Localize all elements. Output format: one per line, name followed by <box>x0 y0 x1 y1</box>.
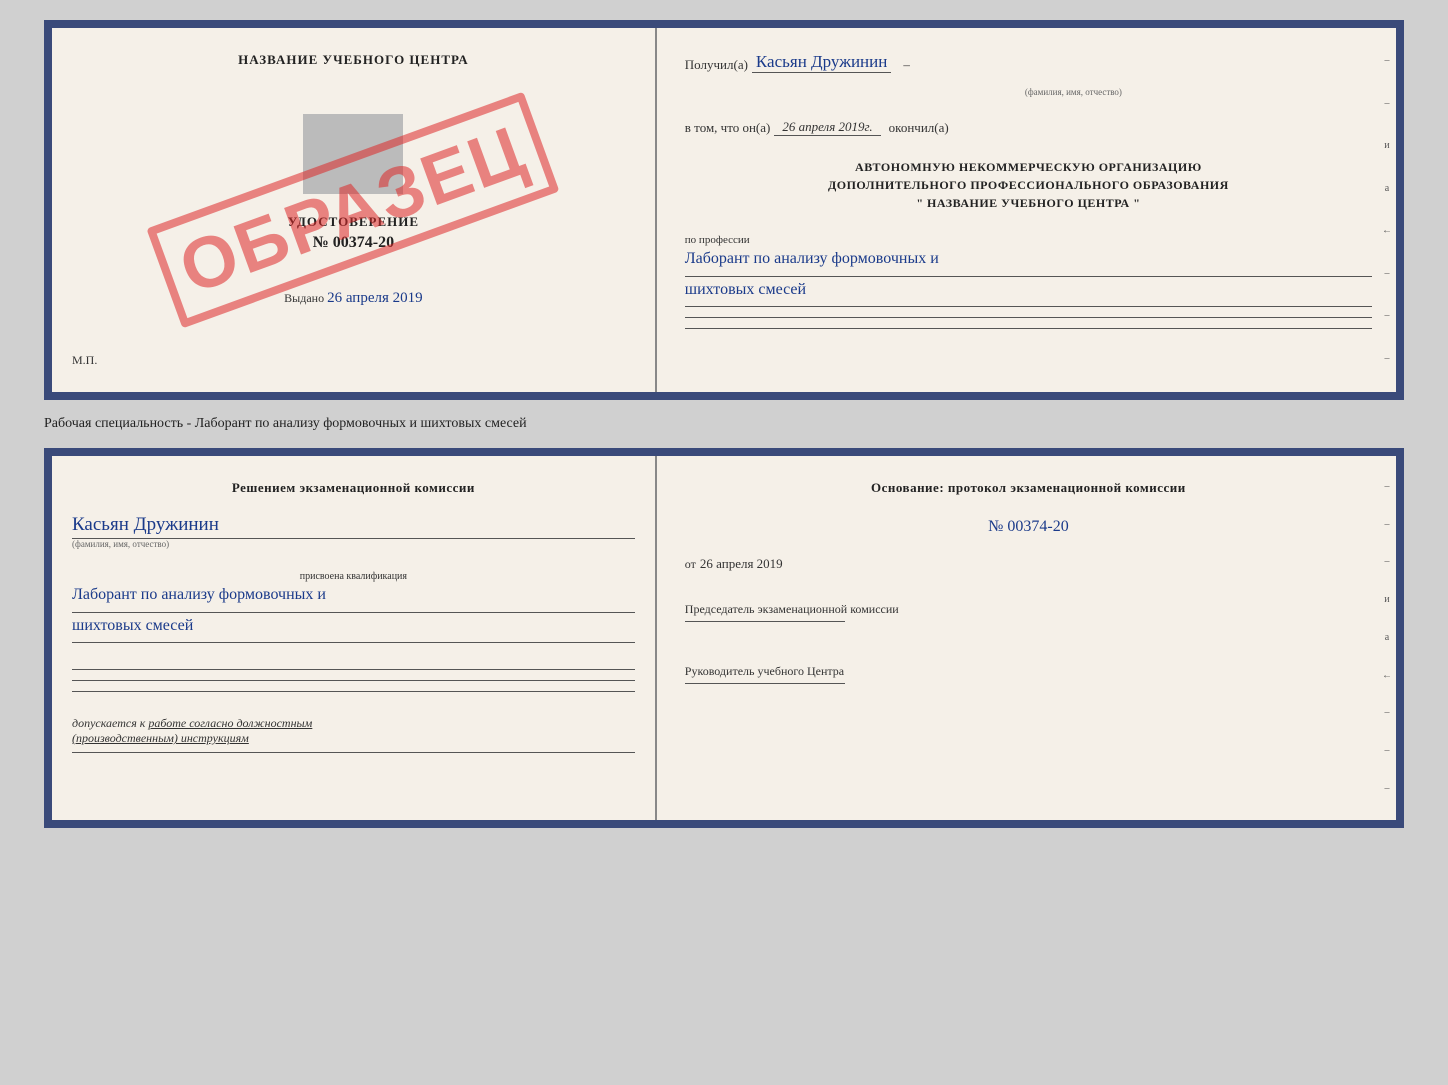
b-dash5: а <box>1380 633 1394 643</box>
b-dash4: и <box>1380 595 1394 605</box>
org-line2: ДОПОЛНИТЕЛЬНОГО ПРОФЕССИОНАЛЬНОГО ОБРАЗО… <box>685 176 1372 194</box>
mp-label: М.П. <box>72 353 97 368</box>
qual-underline2 <box>72 642 635 643</box>
issued-date: Выдано 26 апреля 2019 <box>284 290 422 307</box>
issued-date-value: 26 апреля 2019 <box>327 290 423 306</box>
dash7: – <box>1380 311 1394 321</box>
person-name: Касьян Дружинин <box>72 514 635 539</box>
admission-text: работе согласно должностным <box>148 716 312 730</box>
bottom-document: Решением экзаменационной комиссии Касьян… <box>44 448 1404 828</box>
org-line1: АВТОНОМНУЮ НЕКОММЕРЧЕСКУЮ ОРГАНИЗАЦИЮ <box>685 158 1372 176</box>
side-lines: – – и а ← – – – <box>1378 28 1396 392</box>
b-dash6: ← <box>1380 671 1394 681</box>
in-that-label: в том, что он(а) <box>685 120 771 136</box>
b-dash7: – <box>1380 708 1394 718</box>
commission-text: Решением экзаменационной комиссии <box>72 480 635 496</box>
received-row: Получил(а) Касьян Дружинин – <box>685 52 1372 73</box>
profession-label: по профессии <box>685 234 1372 246</box>
qualification-block: присвоена квалификация Лаборант по анали… <box>72 571 635 643</box>
completed-label: окончил(а) <box>889 120 949 136</box>
director-label: Руководитель учебного Центра <box>685 664 1372 679</box>
underline3 <box>685 317 1372 318</box>
issued-label: Выдано <box>284 291 324 305</box>
profession-text1: Лаборант по анализу формовочных и <box>685 246 1372 272</box>
extra-underline3 <box>72 691 635 692</box>
protocol-number: № 00374-20 <box>988 518 1069 535</box>
dash1: – <box>1380 56 1394 66</box>
admission-label: допускается к работе согласно должностны… <box>72 716 635 731</box>
completed-date: 26 апреля 2019г. <box>774 119 880 136</box>
received-label: Получил(а) <box>685 57 748 73</box>
profession-text2: шихтовых смесей <box>685 277 1372 303</box>
left-panel: НАЗВАНИЕ УЧЕБНОГО ЦЕНТРА УДОСТОВЕРЕНИЕ №… <box>52 28 657 392</box>
dash4: а <box>1380 184 1394 194</box>
chairman-label: Председатель экзаменационной комиссии <box>685 602 1372 617</box>
b-dash9: – <box>1380 784 1394 794</box>
certificate-number: № 00374-20 <box>313 234 394 252</box>
from-date: 26 апреля 2019 <box>700 556 783 572</box>
date-row: в том, что он(а) 26 апреля 2019г. окончи… <box>685 119 1372 136</box>
basis-label: Основание: протокол экзаменационной коми… <box>685 480 1372 496</box>
name-sublabel: (фамилия, имя, отчество) <box>775 87 1372 97</box>
bottom-right-panel: Основание: протокол экзаменационной коми… <box>657 456 1396 820</box>
chairman-signature <box>685 621 845 622</box>
name-caption: (фамилия, имя, отчество) <box>72 539 635 549</box>
underline2 <box>685 306 1372 307</box>
bottom-left-panel: Решением экзаменационной комиссии Касьян… <box>52 456 657 820</box>
admission-block: допускается к работе согласно должностны… <box>72 716 635 753</box>
dash2: – <box>1380 99 1394 109</box>
bottom-side-lines: – – – и а ← – – – <box>1378 456 1396 820</box>
extra-underline2 <box>72 680 635 681</box>
b-dash8: – <box>1380 746 1394 756</box>
b-dash2: – <box>1380 520 1394 530</box>
admission-prefix: допускается к <box>72 716 145 730</box>
dash6: – <box>1380 269 1394 279</box>
director-signature <box>685 683 845 684</box>
extra-underline1 <box>72 669 635 670</box>
qual-text1: Лаборант по анализу формовочных и <box>72 582 635 608</box>
director-block: Руководитель учебного Центра <box>685 664 1372 688</box>
name-block: Касьян Дружинин (фамилия, имя, отчество) <box>72 514 635 549</box>
b-dash1: – <box>1380 482 1394 492</box>
training-center-title: НАЗВАНИЕ УЧЕБНОГО ЦЕНТРА <box>238 52 469 68</box>
dash8: – <box>1380 354 1394 364</box>
certificate-label: УДОСТОВЕРЕНИЕ <box>288 214 419 230</box>
underline4 <box>685 328 1372 329</box>
admission-text2: (производственным) инструкциям <box>72 731 635 746</box>
chairman-block: Председатель экзаменационной комиссии <box>685 602 1372 626</box>
b-dash3: – <box>1380 557 1394 567</box>
dash5: ← <box>1380 226 1394 236</box>
top-document: НАЗВАНИЕ УЧЕБНОГО ЦЕНТРА УДОСТОВЕРЕНИЕ №… <box>44 20 1404 400</box>
qualification-label: присвоена квалификация <box>72 571 635 582</box>
from-date-row: от 26 апреля 2019 <box>685 556 1372 572</box>
profession-block: по профессии Лаборант по анализу формово… <box>685 234 1372 329</box>
photo-placeholder <box>303 114 403 194</box>
recipient-name: Касьян Дружинин <box>752 52 891 73</box>
from-label: от <box>685 557 696 572</box>
dash3: и <box>1380 141 1394 151</box>
org-line3: " НАЗВАНИЕ УЧЕБНОГО ЦЕНТРА " <box>685 194 1372 212</box>
admission-underline <box>72 752 635 753</box>
middle-text: Рабочая специальность - Лаборант по анал… <box>44 412 1404 436</box>
qual-text2: шихтовых смесей <box>72 613 635 639</box>
org-block: АВТОНОМНУЮ НЕКОММЕРЧЕСКУЮ ОРГАНИЗАЦИЮ ДО… <box>685 158 1372 212</box>
protocol-number-block: № 00374-20 <box>685 518 1372 536</box>
right-panel: Получил(а) Касьян Дружинин – (фамилия, и… <box>657 28 1396 392</box>
extra-lines <box>72 665 635 692</box>
document-container: НАЗВАНИЕ УЧЕБНОГО ЦЕНТРА УДОСТОВЕРЕНИЕ №… <box>44 20 1404 828</box>
